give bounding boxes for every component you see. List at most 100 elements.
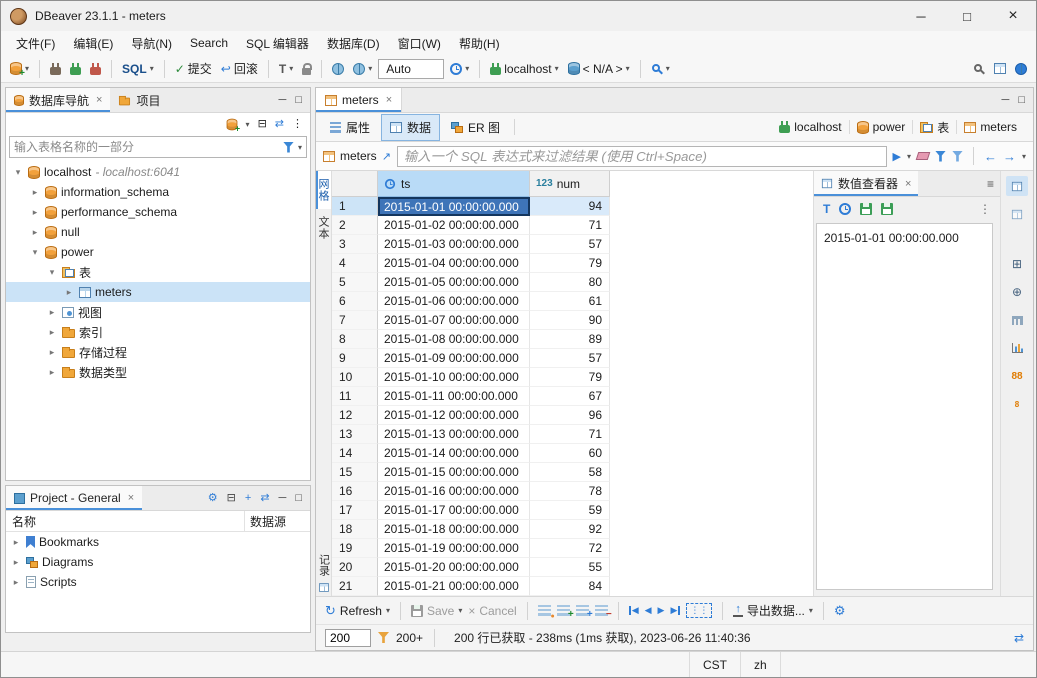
column-header-ts[interactable]: ts (378, 171, 530, 197)
chevron-down-icon[interactable]: ▾ (246, 120, 250, 129)
new-connection-icon[interactable] (226, 119, 237, 131)
table-row[interactable]: 182015-01-18 00:00:00.00092 (332, 520, 813, 539)
tree-item-null[interactable]: ▸null (6, 222, 310, 242)
menu-item[interactable]: 导航(N) (122, 31, 181, 55)
tree-item-localhost[interactable]: ▾localhost - localhost:6041 (6, 162, 310, 182)
cell-ts[interactable]: 2015-01-17 00:00:00.000 (378, 501, 530, 520)
timezone-cell[interactable]: CST (689, 652, 740, 677)
cell-ts[interactable]: 2015-01-06 00:00:00.000 (378, 292, 530, 311)
cell-num[interactable]: 67 (530, 387, 610, 406)
history-forward-icon[interactable]: → (1003, 149, 1016, 164)
value-viewer-content[interactable]: 2015-01-01 00:00:00.000 (816, 223, 993, 590)
table-row[interactable]: 212015-01-21 00:00:00.00084 (332, 577, 813, 596)
reconnect-button[interactable] (67, 61, 84, 77)
cell-ts[interactable]: 2015-01-13 00:00:00.000 (378, 425, 530, 444)
menu-item[interactable]: 数据库(D) (318, 31, 389, 55)
grid-corner-cell[interactable] (332, 171, 378, 197)
cell-num[interactable]: 57 (530, 349, 610, 368)
clear-filter-icon[interactable] (916, 152, 931, 160)
add-row-icon[interactable] (557, 605, 570, 616)
tab-value-viewer[interactable]: 数值查看器 × (814, 171, 918, 196)
table-row[interactable]: 172015-01-17 00:00:00.00059 (332, 501, 813, 520)
table-row[interactable]: 92015-01-09 00:00:00.00057 (332, 349, 813, 368)
cell-ts[interactable]: 2015-01-18 00:00:00.000 (378, 520, 530, 539)
maximize-view-icon[interactable]: □ (295, 493, 302, 504)
cell-ts[interactable]: 2015-01-02 00:00:00.000 (378, 216, 530, 235)
tree-item-存储过程[interactable]: ▸存储过程 (6, 342, 310, 362)
collapse-toggle-icon[interactable]: ▸ (63, 287, 75, 298)
selection-icon[interactable]: ⋮⋮ (686, 603, 712, 618)
fetch-more-button[interactable]: 200+ (396, 631, 423, 645)
link-editor-icon[interactable]: ⇄ (260, 493, 269, 504)
last-row-icon[interactable]: ▶ (670, 605, 680, 616)
set-current-time-icon[interactable] (839, 203, 851, 215)
collapse-toggle-icon[interactable]: ▸ (46, 327, 58, 338)
cell-ts[interactable]: 2015-01-14 00:00:00.000 (378, 444, 530, 463)
table-row[interactable]: 192015-01-19 00:00:00.00072 (332, 539, 813, 558)
collapse-toggle-icon[interactable]: ▸ (46, 307, 58, 318)
add-panel-icon[interactable]: ⊕ (1006, 282, 1028, 302)
cell-num[interactable]: 58 (530, 463, 610, 482)
table-row[interactable]: 62015-01-06 00:00:00.00061 (332, 292, 813, 311)
auto-commit-combo[interactable]: Auto (378, 59, 444, 79)
tab-meters-editor[interactable]: meters × (316, 88, 402, 112)
sql-editor-button[interactable]: SQL▾ (119, 60, 157, 78)
chevron-down-icon[interactable]: ▾ (298, 143, 302, 152)
tab-database-navigator[interactable]: 数据库导航 × (6, 88, 110, 112)
breadcrumb-localhost[interactable]: localhost (774, 118, 846, 136)
duplicate-row-icon[interactable] (576, 605, 589, 616)
commit-button[interactable]: ✓提交 (172, 58, 215, 79)
cell-num[interactable]: 80 (530, 273, 610, 292)
value-viewer-panel-icon[interactable] (1006, 176, 1028, 196)
maximize-view-icon[interactable]: □ (1018, 95, 1025, 106)
table-row[interactable]: 202015-01-20 00:00:00.00055 (332, 558, 813, 577)
table-row[interactable]: 142015-01-14 00:00:00.00060 (332, 444, 813, 463)
calc-panel-icon[interactable] (1006, 204, 1028, 224)
cell-ts[interactable]: 2015-01-04 00:00:00.000 (378, 254, 530, 273)
tree-item-索引[interactable]: ▸索引 (6, 322, 310, 342)
tab-project-general[interactable]: Project - General × (6, 486, 142, 510)
tree-item-表[interactable]: ▾表 (6, 262, 310, 282)
references-panel-icon[interactable]: 8 (1006, 394, 1028, 414)
table-row[interactable]: 132015-01-13 00:00:00.00071 (332, 425, 813, 444)
table-row[interactable]: 72015-01-07 00:00:00.00090 (332, 311, 813, 330)
history-back-icon[interactable]: ← (984, 149, 997, 164)
breadcrumb-power[interactable]: power (852, 118, 911, 136)
presentation-tab-网格[interactable]: 网格 (316, 171, 331, 209)
disconnect-button[interactable] (87, 61, 104, 77)
table-row[interactable]: 52015-01-05 00:00:00.00080 (332, 273, 813, 292)
collapse-all-icon[interactable]: ⊟ (258, 119, 267, 130)
table-row[interactable]: 32015-01-03 00:00:00.00057 (332, 235, 813, 254)
table-row[interactable]: 102015-01-10 00:00:00.00079 (332, 368, 813, 387)
cell-ts[interactable]: 2015-01-16 00:00:00.000 (378, 482, 530, 501)
project-item-Diagrams[interactable]: ▸Diagrams (6, 552, 310, 572)
collapse-toggle-icon[interactable]: ▸ (10, 577, 22, 588)
chevron-down-icon[interactable]: ▾ (1022, 152, 1026, 161)
cell-ts[interactable]: 2015-01-12 00:00:00.000 (378, 406, 530, 425)
tree-item-视图[interactable]: ▸视图 (6, 302, 310, 322)
project-item-Bookmarks[interactable]: ▸Bookmarks (6, 532, 310, 552)
collapse-toggle-icon[interactable]: ▸ (29, 187, 41, 198)
save-value-as-icon[interactable] (881, 203, 893, 215)
save-value-icon[interactable] (860, 203, 872, 215)
save-filter-icon[interactable] (935, 151, 946, 162)
cell-ts[interactable]: 2015-01-07 00:00:00.000 (378, 311, 530, 330)
cell-num[interactable]: 55 (530, 558, 610, 577)
tab-数据[interactable]: 数据 (381, 114, 440, 141)
edit-cell-icon[interactable] (538, 605, 551, 616)
cell-ts[interactable]: 2015-01-15 00:00:00.000 (378, 463, 530, 482)
export-data-button[interactable]: ↑ 导出数据... ▾ (733, 602, 813, 619)
collapse-toggle-icon[interactable]: ▸ (46, 347, 58, 358)
overflow-menu-icon[interactable]: ⋮ (979, 202, 991, 216)
metadata-panel-icon[interactable] (1006, 310, 1028, 330)
language-cell[interactable]: zh (740, 652, 781, 677)
table-row[interactable]: 22015-01-02 00:00:00.00071 (332, 216, 813, 235)
cell-ts[interactable]: 2015-01-21 00:00:00.000 (378, 577, 530, 596)
object-search-button[interactable]: ▾ (648, 61, 673, 77)
network-button[interactable] (329, 61, 347, 77)
chart-panel-icon[interactable] (1006, 338, 1028, 358)
table-row[interactable]: 82015-01-08 00:00:00.00089 (332, 330, 813, 349)
cell-ts[interactable]: 2015-01-10 00:00:00.000 (378, 368, 530, 387)
table-row[interactable]: 152015-01-15 00:00:00.00058 (332, 463, 813, 482)
menu-item[interactable]: 窗口(W) (389, 31, 450, 55)
